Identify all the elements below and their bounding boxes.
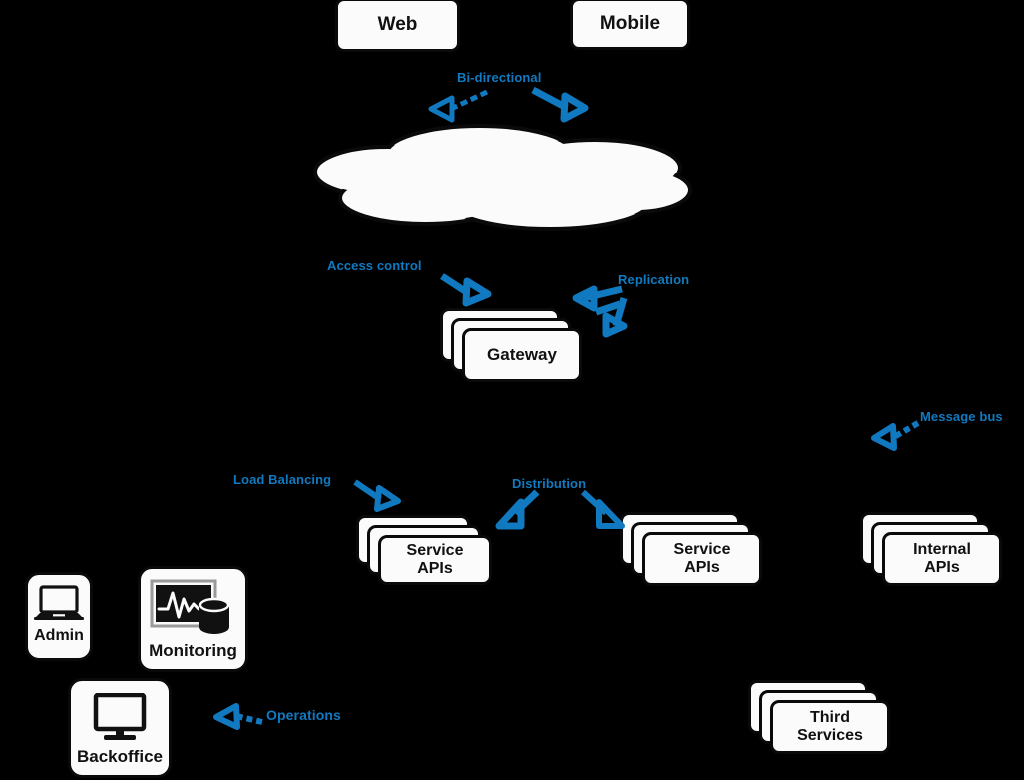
node-backoffice[interactable]: Backoffice (68, 678, 172, 778)
node-cloud[interactable] (295, 120, 695, 232)
node-service-apis-right-card-front: Service APIs (642, 532, 762, 586)
node-gateway[interactable]: Gateway (440, 308, 585, 384)
node-gateway-label: Gateway (487, 345, 557, 365)
desktop-monitor-icon (93, 693, 147, 740)
diagram-canvas: Web Mobile Bi-directional Access control… (0, 0, 1024, 780)
annotation-message-bus-arrow (871, 420, 920, 451)
node-monitoring-label: Monitoring (149, 641, 237, 660)
node-service-apis-right-label-line2: APIs (684, 559, 720, 576)
annotation-access-control-arrow (440, 273, 492, 307)
annotation-replication-arrow (572, 285, 628, 338)
annotation-operations-arrow (213, 703, 263, 730)
laptop-icon (34, 585, 84, 620)
annotation-replication-label: Replication (618, 272, 690, 287)
annotation-message-bus-label: Message bus (920, 409, 1003, 424)
annotation-load-balancing-arrow (353, 479, 401, 512)
node-service-apis-left-card-front: Service APIs (378, 535, 492, 585)
node-mobile[interactable]: Mobile (570, 0, 690, 50)
node-internal-apis-label-line1: Internal (913, 540, 971, 558)
node-admin-label: Admin (34, 627, 84, 644)
node-service-apis-left-label-line1: Service (406, 541, 464, 559)
node-third-services-label-line2: Services (797, 727, 863, 744)
node-third-services-card-front: Third Services (770, 700, 890, 754)
annotation-bi-directional-arrow (428, 86, 589, 123)
annotation-access-control-label: Access control (327, 258, 422, 273)
node-service-apis-left-label-line2: APIs (417, 560, 453, 577)
annotation-bi-directional-label: Bi-directional (457, 70, 542, 85)
node-gateway-card-front: Gateway (462, 328, 582, 382)
node-third-services[interactable]: Third Services (748, 680, 893, 758)
node-web-label: Web (377, 14, 418, 36)
node-internal-apis-label-line2: APIs (924, 559, 960, 576)
node-third-services-label-line1: Third (810, 708, 850, 726)
node-backoffice-label: Backoffice (77, 747, 163, 766)
node-admin[interactable]: Admin (25, 572, 93, 661)
node-monitoring[interactable]: Monitoring (138, 566, 248, 672)
node-internal-apis-card-front: Internal APIs (882, 532, 1002, 586)
node-web[interactable]: Web (335, 0, 460, 52)
chart-database-icon (150, 579, 230, 634)
node-mobile-label: Mobile (599, 13, 661, 35)
node-service-apis-left[interactable]: Service APIs (356, 515, 496, 589)
annotation-operations-label: Operations (266, 707, 341, 723)
node-internal-apis[interactable]: Internal APIs (860, 512, 1005, 590)
annotation-distribution-arrow (495, 489, 625, 530)
annotation-distribution-label: Distribution (512, 476, 587, 491)
node-service-apis-right[interactable]: Service APIs (620, 512, 765, 590)
annotation-load-balancing-label: Load Balancing (233, 472, 332, 487)
node-service-apis-right-label-line1: Service (673, 540, 731, 558)
